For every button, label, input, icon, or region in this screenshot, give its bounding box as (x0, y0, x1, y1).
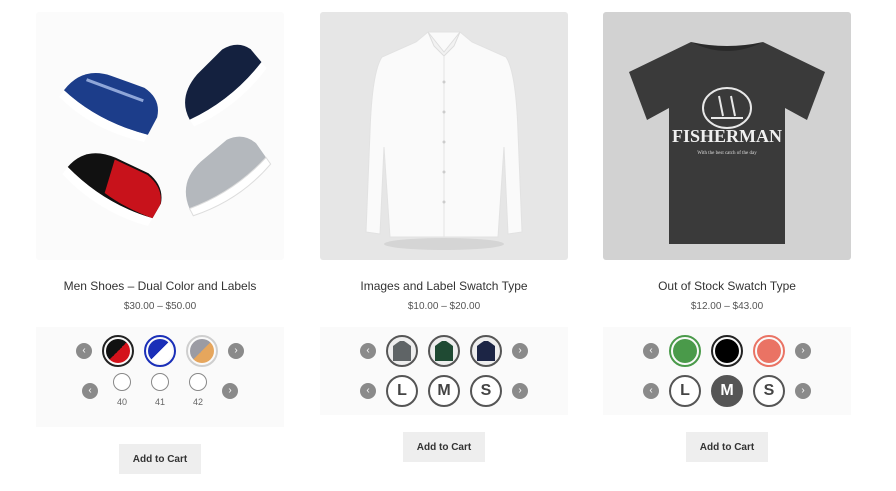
swatch-panel: ‹ › ‹ 40 41 42 › (36, 327, 284, 427)
swatch-grey-shirt[interactable] (386, 335, 418, 367)
color-swatch-row: ‹ › (603, 331, 851, 371)
radio-circle[interactable] (151, 373, 169, 391)
chevron-right-icon[interactable]: › (222, 383, 238, 399)
product-card-shoes: Men Shoes – Dual Color and Labels $30.00… (36, 12, 284, 474)
product-price: $10.00 – $20.00 (407, 301, 481, 312)
size-label-l[interactable]: L (386, 375, 418, 407)
product-price: $30.00 – $50.00 (123, 301, 197, 312)
size-label-s[interactable]: S (753, 375, 785, 407)
size-label-m[interactable]: M (428, 375, 460, 407)
label-swatch-row: ‹ L M S › (320, 371, 568, 411)
product-title[interactable]: Men Shoes – Dual Color and Labels (36, 278, 284, 294)
add-to-cart-button[interactable]: Add to Cart (119, 444, 201, 474)
product-image-tshirt[interactable]: FISHERMAN With the best catch of the day (603, 12, 851, 260)
chevron-left-icon[interactable]: ‹ (643, 343, 659, 359)
size-label-l[interactable]: L (669, 375, 701, 407)
swatch-panel: ‹ › ‹ L M S › (603, 327, 851, 415)
swatch-black[interactable] (711, 335, 743, 367)
product-image-shirt[interactable] (320, 12, 568, 260)
chevron-left-icon[interactable]: ‹ (76, 343, 92, 359)
radio-circle[interactable] (189, 373, 207, 391)
chevron-right-icon[interactable]: › (795, 383, 811, 399)
product-title[interactable]: Images and Label Swatch Type (320, 278, 568, 294)
image-swatch-row: ‹ › (320, 331, 568, 371)
swatch-black-red[interactable] (102, 335, 134, 367)
tshirt-brand-text: FISHERMAN (672, 126, 782, 146)
chevron-right-icon[interactable]: › (795, 343, 811, 359)
size-option-42[interactable]: 42 (184, 373, 212, 407)
product-card-shirt: Images and Label Swatch Type $10.00 – $2… (320, 12, 568, 462)
chevron-left-icon[interactable]: ‹ (82, 383, 98, 399)
swatch-green[interactable] (669, 335, 701, 367)
tshirt-tagline-text: With the best catch of the day (697, 151, 757, 156)
chevron-right-icon[interactable]: › (512, 343, 528, 359)
swatch-green-shirt[interactable] (428, 335, 460, 367)
label-swatch-row: ‹ L M S › (603, 371, 851, 411)
product-card-tshirt: FISHERMAN With the best catch of the day… (603, 12, 851, 462)
chevron-right-icon[interactable]: › (512, 383, 528, 399)
product-price: $12.00 – $43.00 (690, 301, 764, 312)
size-label-s[interactable]: S (470, 375, 502, 407)
radio-circle[interactable] (113, 373, 131, 391)
size-option-40[interactable]: 40 (108, 373, 136, 407)
chevron-left-icon[interactable]: ‹ (643, 383, 659, 399)
product-title[interactable]: Out of Stock Swatch Type (603, 278, 851, 294)
size-label-m-selected[interactable]: M (711, 375, 743, 407)
color-swatch-row: ‹ › (36, 331, 284, 371)
add-to-cart-button[interactable]: Add to Cart (686, 432, 768, 462)
add-to-cart-button[interactable]: Add to Cart (403, 432, 485, 462)
chevron-left-icon[interactable]: ‹ (360, 383, 376, 399)
swatch-grey-orange[interactable] (186, 335, 218, 367)
size-swatch-row: ‹ 40 41 42 › (36, 371, 284, 423)
swatch-coral[interactable] (753, 335, 785, 367)
swatch-panel: ‹ › ‹ L M S › (320, 327, 568, 415)
chevron-left-icon[interactable]: ‹ (360, 343, 376, 359)
swatch-navy-shirt[interactable] (470, 335, 502, 367)
product-image-shoes[interactable] (36, 12, 284, 260)
size-option-41[interactable]: 41 (146, 373, 174, 407)
chevron-right-icon[interactable]: › (228, 343, 244, 359)
swatch-blue-white[interactable] (144, 335, 176, 367)
